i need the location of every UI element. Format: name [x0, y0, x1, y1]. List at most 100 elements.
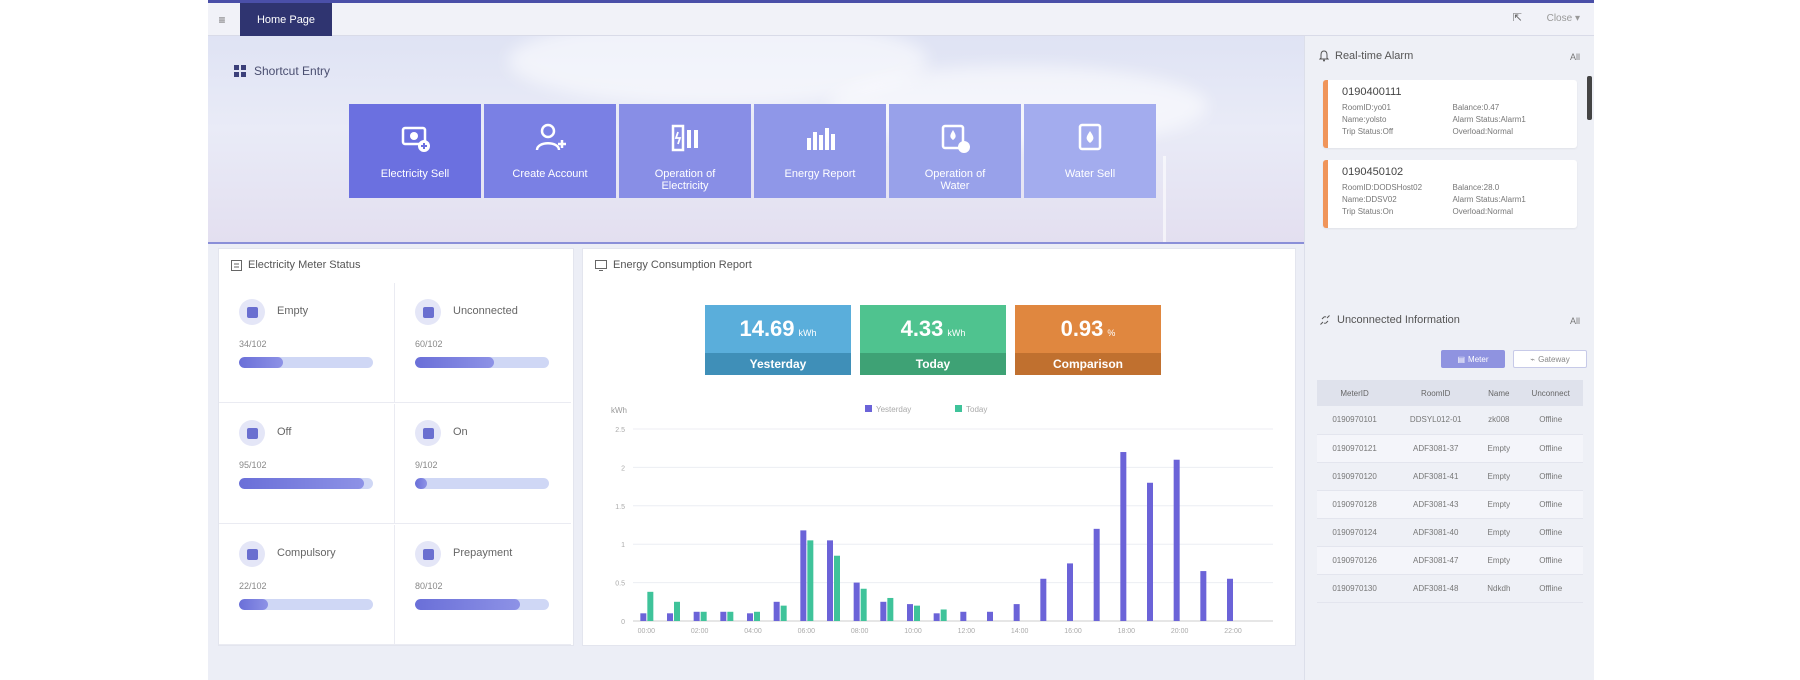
unconnected-all-link[interactable]: All — [1570, 316, 1580, 326]
meter-filter-button[interactable]: ▤ Meter — [1441, 350, 1505, 368]
status-progress-bar — [239, 599, 373, 610]
column-header-roomid[interactable]: RoomID — [1392, 380, 1480, 406]
bar-today-07 — [834, 555, 840, 621]
shortcut-tile-label: Electricity Sell — [380, 168, 450, 180]
table-row[interactable]: 0190970126 ADF3081-47 Empty Offline — [1317, 546, 1583, 575]
x-tick-label: 22:00 — [1224, 628, 1242, 635]
status-on-icon — [415, 420, 441, 446]
alarm-detail: Balance:28.0 — [1452, 183, 1500, 192]
alarm-heading: Real-time Alarm — [1319, 50, 1413, 62]
shortcut-tile-electricity-sell[interactable]: Electricity Sell — [349, 104, 481, 198]
table-cell: Offline — [1518, 406, 1583, 435]
bar-yesterday-05 — [773, 601, 780, 621]
bar-yesterday-10 — [907, 604, 913, 621]
alarm-meter-id: 0190400111 — [1342, 86, 1402, 98]
shortcut-tiles: Electricity Sell Create Account Operation … — [349, 104, 1156, 198]
shortcut-tile-water-sell[interactable]: Water Sell — [1024, 104, 1156, 198]
bar-today-11 — [940, 609, 947, 621]
column-header-unconnect[interactable]: Unconnect — [1518, 380, 1583, 406]
alarm-meter-id: 0190450102 — [1342, 166, 1404, 178]
alarm-detail: Balance:0.47 — [1452, 103, 1500, 112]
gateway-filter-button[interactable]: ⌁ Gateway — [1513, 350, 1587, 368]
meter-status-off[interactable]: Off 95/102 — [219, 404, 395, 524]
status-count: 34/102 — [239, 339, 267, 349]
bar-yesterday-09 — [880, 601, 887, 621]
table-cell: ADF3081-48 — [1392, 574, 1480, 603]
table-cell: 0190970130 — [1317, 574, 1393, 603]
menu-icon[interactable]: ≡ — [208, 3, 236, 36]
alarm-detail: Name:yolsto — [1342, 115, 1387, 124]
table-row[interactable]: 0190970120 ADF3081-41 Empty Offline — [1317, 462, 1583, 491]
bar-yesterday-18 — [1120, 452, 1127, 621]
bar-yesterday-01 — [667, 613, 673, 621]
tab-home-page[interactable]: Home Page — [240, 3, 332, 36]
status-empty-icon — [239, 299, 265, 325]
status-progress-fill — [239, 599, 269, 610]
bar-today-06 — [807, 540, 814, 621]
y-axis-unit-label: kWh — [611, 406, 627, 415]
table-row[interactable]: 0190970124 ADF3081-40 Empty Offline — [1317, 518, 1583, 547]
meter-status-compulsory[interactable]: Compulsory 22/102 — [219, 525, 395, 645]
status-progress-bar — [415, 357, 549, 368]
close-dropdown[interactable]: Close ▾ — [1547, 13, 1580, 24]
x-tick-label: 18:00 — [1118, 628, 1136, 635]
alarm-card[interactable]: 0190400111 RoomID:yo01 Balance:0.47 Name:yo… — [1323, 80, 1577, 148]
bar-yesterday-16 — [1067, 563, 1073, 621]
shortcut-tile-energy-report[interactable]: Energy Report — [754, 104, 886, 198]
alarm-detail: Overload:Normal — [1452, 127, 1513, 136]
shortcut-tile-label: Operation of Water — [924, 168, 986, 192]
operation-water-icon — [941, 124, 970, 153]
table-cell: Offline — [1518, 574, 1583, 603]
energy-report-icon — [807, 128, 835, 150]
table-cell: 0190970124 — [1317, 518, 1393, 547]
shortcut-tile-create-account[interactable]: Create Account — [484, 104, 616, 198]
status-compulsory-icon — [239, 541, 265, 567]
shortcut-tile-operation-of-water[interactable]: Operation of Water — [889, 104, 1021, 198]
gateway-filter-label: Gateway — [1538, 354, 1570, 364]
stat-card-today: 4.33 kWh Today — [860, 305, 1006, 375]
stat-label: Yesterday — [705, 353, 851, 375]
meter-status-prepayment[interactable]: Prepayment 80/102 — [395, 525, 571, 645]
report-title: Energy Consumption Report — [613, 259, 752, 271]
alarm-all-link[interactable]: All — [1570, 52, 1580, 62]
shortcut-banner: Shortcut Entry Electricity Sell Create Ac… — [208, 36, 1304, 244]
table-row[interactable]: 0190970128 ADF3081-43 Empty Offline — [1317, 490, 1583, 519]
shortcut-tile-operation-of-electricity[interactable]: Operation of Electricity — [619, 104, 751, 198]
status-label: Compulsory — [277, 547, 336, 559]
unconnected-title: Unconnected Information — [1337, 314, 1460, 326]
meter-status-empty[interactable]: Empty 34/102 — [219, 283, 395, 403]
fullscreen-icon[interactable]: ⇱ — [1513, 11, 1522, 24]
alarm-detail-row: Name:DDSV02 Alarm Status:Alarm1 — [1342, 194, 1563, 206]
electricity-meter-status-panel: Electricity Meter Status Empty 34/102 Unco… — [218, 248, 574, 646]
alarm-card[interactable]: 0190450102 RoomID:DODSHost02 Balance:28.0 N… — [1323, 160, 1577, 228]
alarm-detail: Alarm Status:Alarm1 — [1452, 195, 1526, 204]
stat-value-box: 0.93% — [1015, 305, 1161, 353]
table-cell: ADF3081-37 — [1392, 434, 1480, 463]
table-cell: ADF3081-43 — [1392, 490, 1480, 519]
meter-status-unconnected[interactable]: Unconnected 60/102 — [395, 283, 571, 403]
status-unconnected-icon — [415, 299, 441, 325]
shortcut-tile-label: Create Account — [512, 168, 588, 180]
status-progress-bar — [415, 478, 549, 489]
bar-yesterday-13 — [987, 611, 993, 621]
stat-card-yesterday: 14.69 kWh Yesterday — [705, 305, 851, 375]
legend-label-today: Today — [966, 405, 987, 414]
column-header-meterid[interactable]: MeterID — [1317, 380, 1393, 406]
bar-yesterday-22 — [1227, 578, 1233, 621]
column-header-name[interactable]: Name — [1479, 380, 1519, 406]
table-row[interactable]: 0190970101 DDSYL012-01 zk008 Offline — [1317, 406, 1583, 435]
x-tick-label: 04:00 — [744, 628, 762, 635]
legend-swatch-yesterday — [865, 405, 872, 412]
bar-today-03 — [727, 611, 734, 621]
legend-swatch-today — [955, 405, 962, 412]
x-tick-label: 14:00 — [1011, 628, 1029, 635]
alarm-detail: Trip Status:Off — [1342, 127, 1394, 136]
alarm-detail-row: RoomID:yo01 Balance:0.47 — [1342, 102, 1563, 114]
table-row[interactable]: 0190970121 ADF3081-37 Empty Offline — [1317, 434, 1583, 463]
meter-status-on[interactable]: On 9/102 — [395, 404, 571, 524]
table-row[interactable]: 0190970130 ADF3081-48 Ndkdh Offline — [1317, 574, 1583, 603]
alarm-scrollbar[interactable] — [1587, 76, 1592, 120]
energy-bar-chart: kWh 0 0.5 1 1.5 2 2.5 00:00 02:00 04:00 06:00 08:00… — [611, 405, 1273, 635]
right-sidebar: Real-time Alarm All 0190400111 RoomID:yo0… — [1304, 36, 1594, 680]
meter-filter-label: Meter — [1468, 354, 1489, 364]
